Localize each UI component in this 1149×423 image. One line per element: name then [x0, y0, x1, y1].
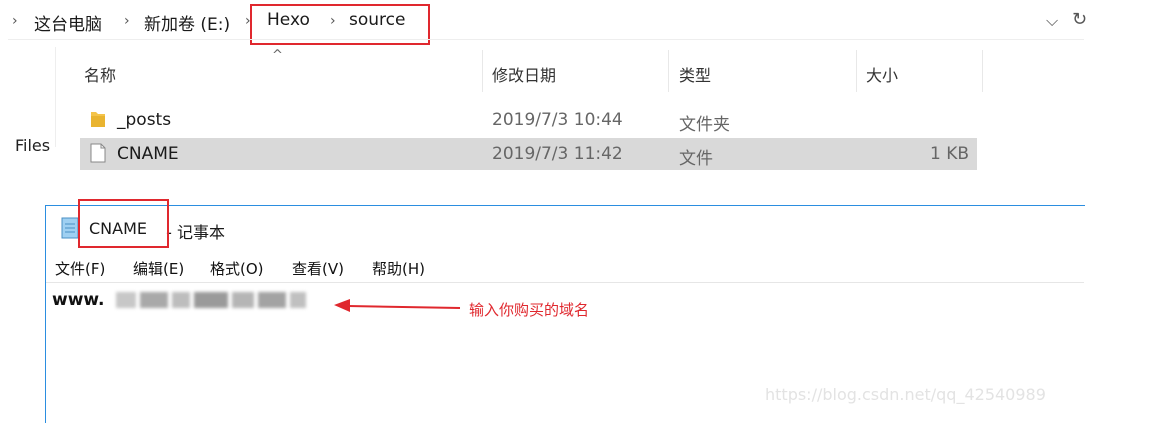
watermark: https://blog.csdn.net/qq_42540989	[765, 385, 1046, 404]
column-separator[interactable]	[982, 50, 983, 92]
breadcrumb-chevron-icon[interactable]: ›	[12, 13, 18, 29]
highlight-box-filename	[78, 199, 169, 248]
blurred-domain-text	[116, 291, 308, 309]
menu-help[interactable]: 帮助(H)	[372, 258, 425, 279]
column-separator[interactable]	[668, 50, 669, 92]
refresh-icon[interactable]: ↻	[1072, 9, 1087, 30]
file-name: CNAME	[117, 144, 179, 164]
notepad-window-border	[45, 205, 1085, 206]
file-icon	[90, 143, 106, 163]
nav-item-files-partial[interactable]: Files	[15, 136, 50, 155]
addressbar-divider	[8, 39, 1084, 40]
column-header-size[interactable]: 大小	[866, 62, 898, 86]
breadcrumb-drive[interactable]: 新加卷 (E:)	[144, 10, 230, 35]
sort-ascending-icon: ^	[272, 48, 283, 63]
file-date: 2019/7/3 10:44	[492, 110, 623, 130]
annotation-label: 输入你购买的域名	[469, 301, 590, 319]
menu-view[interactable]: 查看(V)	[292, 258, 344, 279]
breadcrumb-this-pc[interactable]: 这台电脑	[34, 10, 102, 35]
folder-icon	[91, 112, 105, 127]
column-header-name[interactable]: 名称	[84, 62, 116, 86]
column-header-date[interactable]: 修改日期	[492, 62, 556, 86]
menu-file[interactable]: 文件(F)	[55, 258, 105, 279]
file-type: 文件	[679, 149, 713, 169]
menu-edit[interactable]: 编辑(E)	[133, 258, 184, 279]
file-date: 2019/7/3 11:42	[492, 144, 623, 164]
annotation-arrow-icon	[334, 299, 461, 312]
menu-format[interactable]: 格式(O)	[210, 258, 264, 279]
file-type: 文件夹	[679, 115, 730, 135]
nav-pane-divider	[55, 47, 56, 147]
notepad-title-app: - 记事本	[161, 223, 225, 242]
column-separator[interactable]	[856, 50, 857, 92]
column-header-type[interactable]: 类型	[679, 62, 711, 86]
file-row-posts[interactable]: _posts 2019/7/3 10:44 文件夹	[80, 104, 977, 136]
address-dropdown-icon[interactable]: ⌵	[1046, 11, 1058, 31]
file-row-cname[interactable]: CNAME 2019/7/3 11:42 文件 1 KB	[80, 138, 977, 170]
file-name: _posts	[117, 110, 172, 130]
file-size: 1 KB	[929, 144, 969, 164]
column-separator[interactable]	[482, 50, 483, 92]
domain-text-prefix: www.	[52, 290, 105, 310]
breadcrumb-chevron-icon[interactable]: ›	[124, 13, 130, 29]
